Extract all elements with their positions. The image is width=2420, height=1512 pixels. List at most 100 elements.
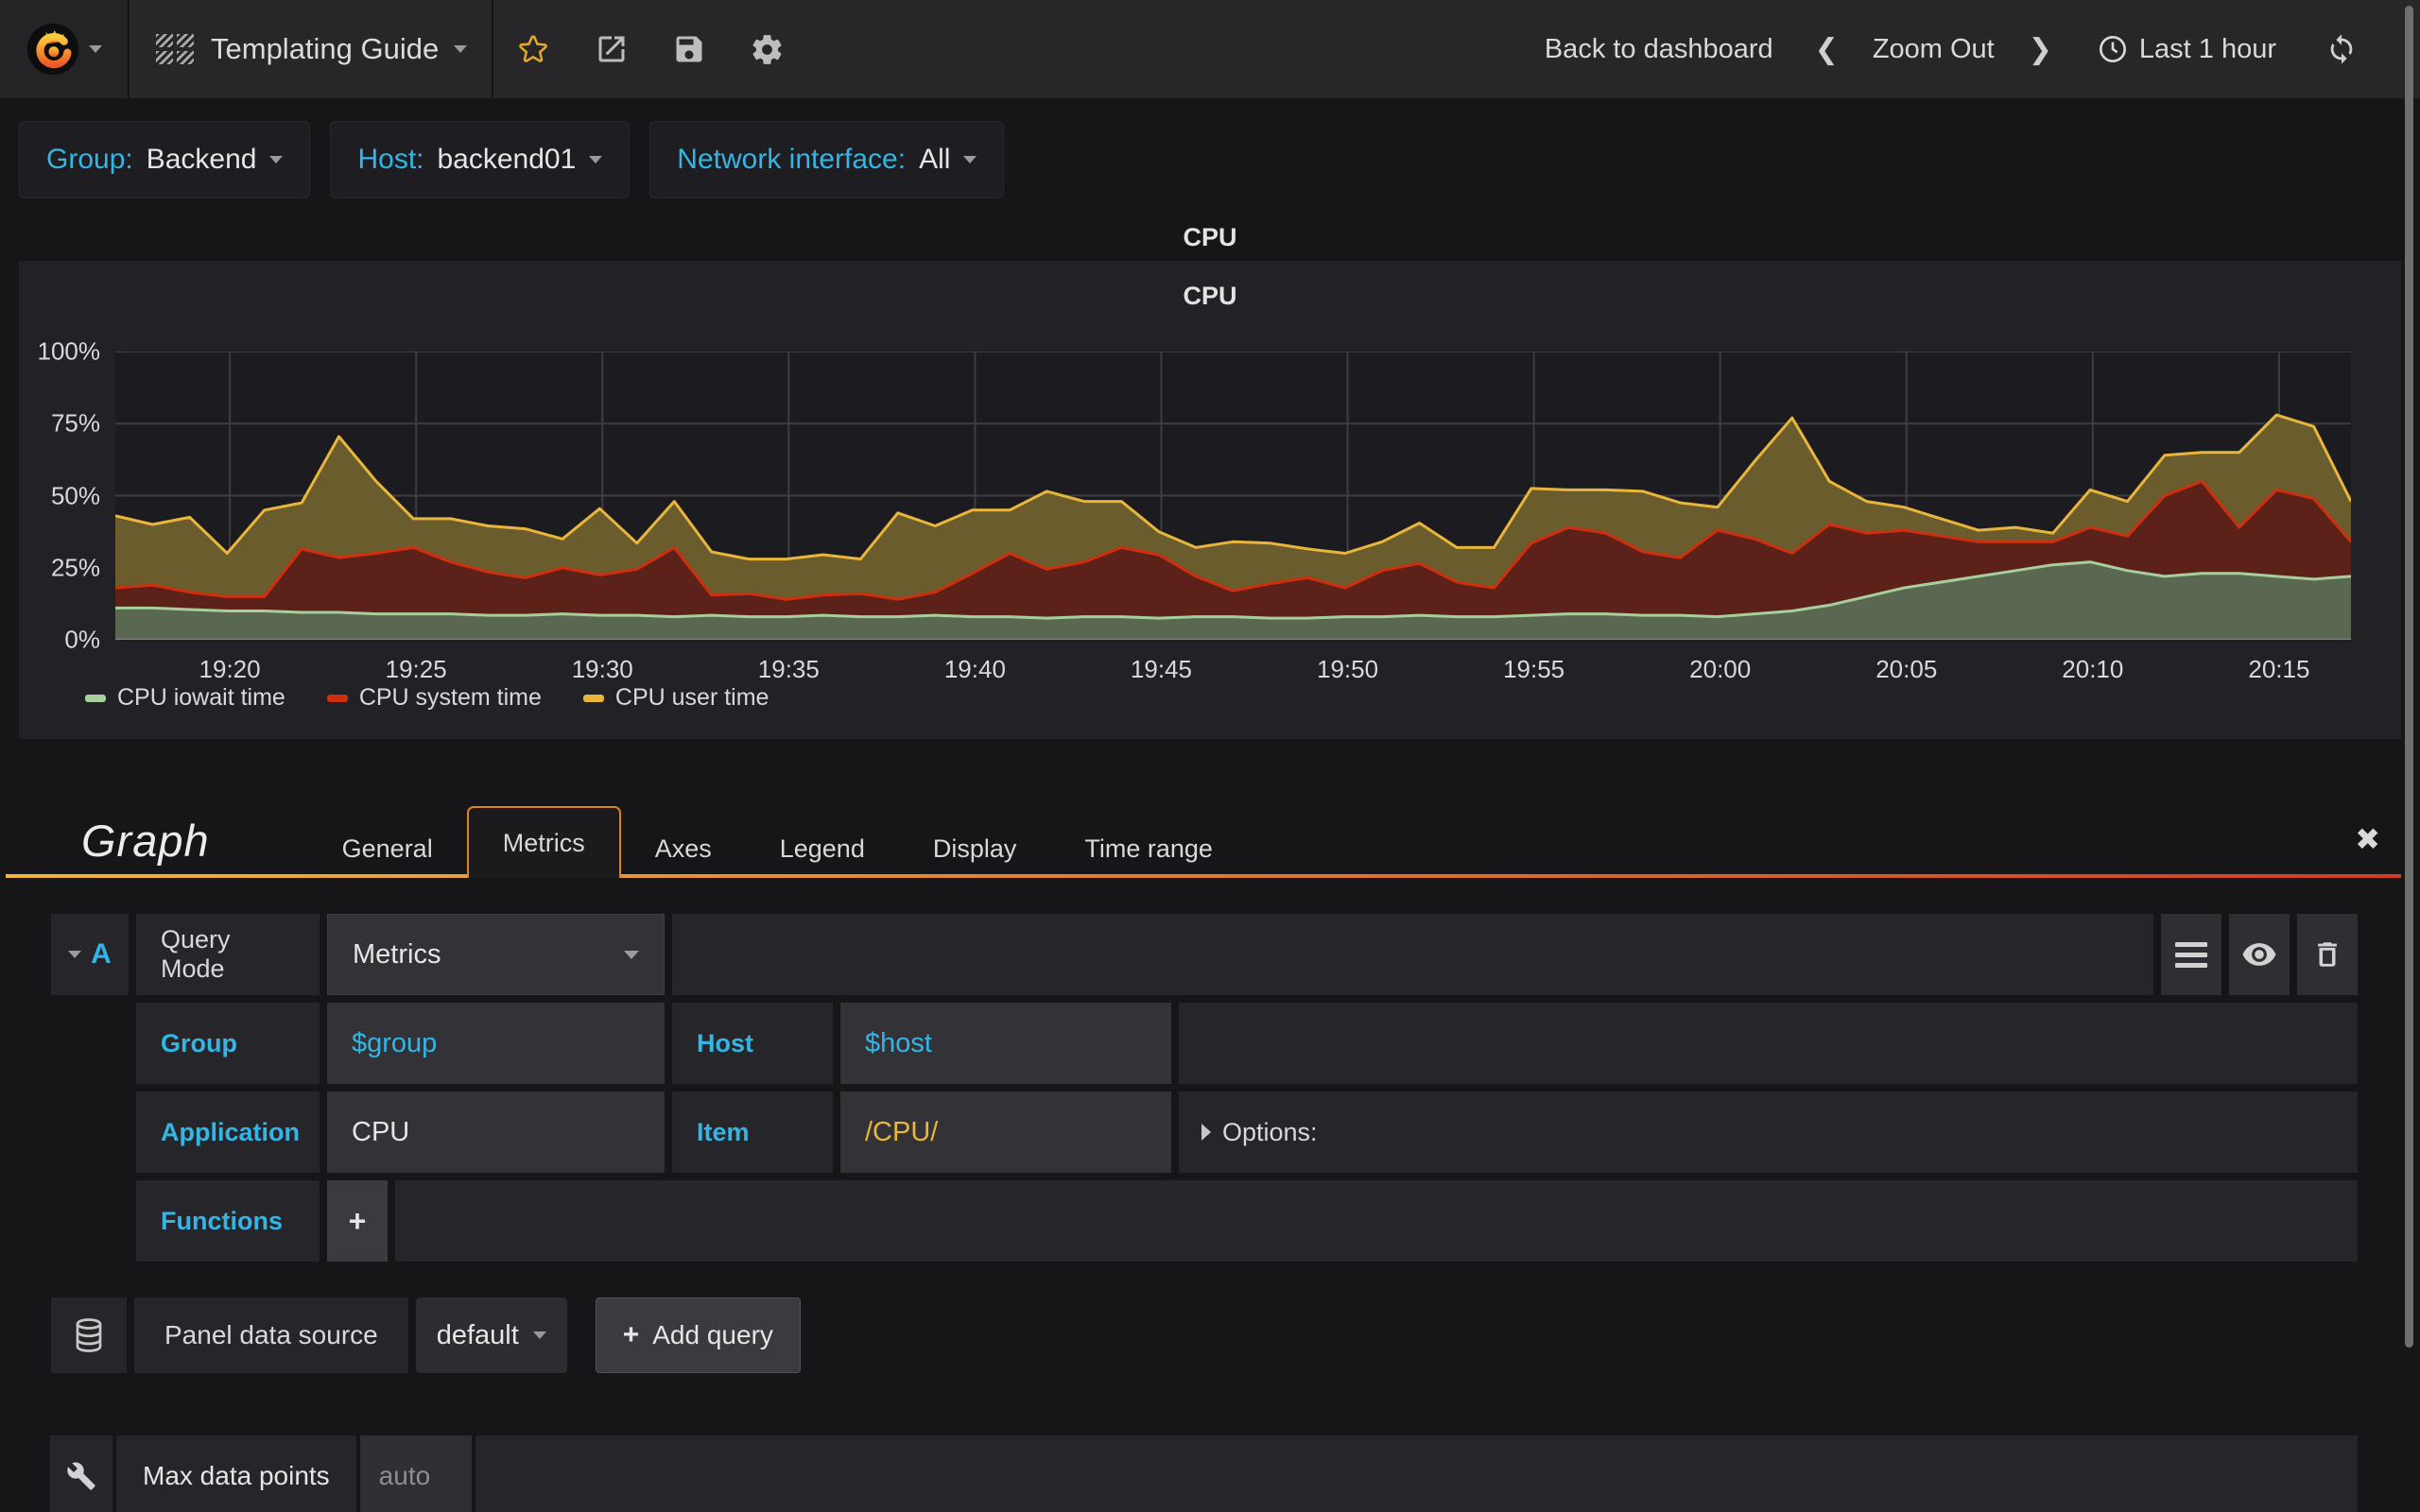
add-function-button[interactable]: +: [327, 1180, 388, 1262]
options-label: Options:: [1222, 1117, 1318, 1146]
chevron-down-icon: [963, 156, 977, 163]
legend-item[interactable]: CPU user time: [582, 684, 769, 712]
datasource-row: Panel data source default + Add query: [0, 1297, 2420, 1373]
dashboard-title: Templating Guide: [211, 32, 440, 65]
query-mode-select[interactable]: Metrics: [327, 914, 665, 995]
shift-time-back-button[interactable]: ❮: [1815, 33, 1839, 66]
scrollbar-thumb[interactable]: [2405, 6, 2413, 1348]
share-icon: [598, 36, 625, 62]
variable-label: Host:: [357, 144, 424, 175]
max-data-points-input[interactable]: [359, 1435, 472, 1512]
query-mode-label: Query Mode: [136, 914, 320, 995]
datasource-label: Panel data source: [134, 1297, 408, 1373]
legend-item[interactable]: CPU system time: [326, 684, 542, 712]
close-editor-button[interactable]: ✖: [2355, 821, 2380, 857]
dashboard-grid-icon: [156, 34, 194, 64]
editor-title: Graph: [81, 816, 210, 866]
zoom-out-button[interactable]: Zoom Out: [1873, 34, 1995, 65]
share-button[interactable]: [595, 32, 629, 66]
datasource-value: default: [436, 1319, 519, 1350]
query-toggle-visibility-button[interactable]: [2229, 914, 2290, 995]
legend-item[interactable]: CPU iowait time: [85, 684, 285, 712]
max-data-points-row: Max data points: [0, 1435, 2420, 1512]
row-filler: [475, 1435, 2358, 1512]
query-row-functions: Functions +: [0, 1180, 2420, 1262]
tab-time-range[interactable]: Time range: [1050, 819, 1247, 878]
chevron-down-icon: [532, 1332, 546, 1339]
clock-icon: [2099, 36, 2126, 62]
query-menu-button[interactable]: [2161, 914, 2221, 995]
chevron-down-icon: [89, 45, 102, 53]
group-label: Group: [136, 1003, 320, 1084]
wrench-icon: [67, 1462, 95, 1490]
time-range-picker[interactable]: Last 1 hour: [2098, 34, 2276, 65]
navbar: Templating Guide Back to dashboard ❮ Zoo…: [0, 0, 2420, 98]
query-delete-button[interactable]: [2297, 914, 2358, 995]
wrench-icon-cell: [50, 1435, 112, 1512]
x-axis-tick-label: 20:10: [2062, 655, 2124, 683]
template-variables-row: Group: Backend Host: backend01 Network i…: [19, 121, 2401, 198]
application-label: Application: [136, 1091, 320, 1173]
panel-editor-header: Graph General Metrics Axes Legend Displa…: [0, 798, 2420, 878]
y-axis-tick-label: 100%: [37, 336, 101, 366]
group-input[interactable]: $group: [327, 1003, 665, 1084]
datasource-select[interactable]: default: [415, 1297, 567, 1373]
tab-display[interactable]: Display: [899, 819, 1051, 878]
query-editor: A Query Mode Metrics Group $group Host $…: [0, 914, 2420, 1512]
host-input[interactable]: $host: [840, 1003, 1171, 1084]
legend-label: CPU iowait time: [117, 684, 285, 711]
back-to-dashboard-link[interactable]: Back to dashboard: [1545, 34, 1773, 65]
legend-label: CPU user time: [614, 684, 769, 711]
variable-label: Network interface:: [677, 144, 907, 175]
legend-label: CPU system time: [358, 684, 542, 711]
x-axis-tick-label: 19:20: [199, 655, 261, 683]
eye-icon: [2242, 943, 2276, 966]
save-icon: [676, 36, 702, 62]
options-toggle[interactable]: Options:: [1179, 1091, 2358, 1173]
shift-time-forward-button[interactable]: ❯: [2029, 33, 2052, 66]
tab-legend[interactable]: Legend: [746, 819, 899, 878]
functions-label: Functions: [136, 1180, 320, 1262]
query-row-group-host: Group $group Host $host: [0, 1003, 2420, 1084]
row-filler: [1179, 1003, 2358, 1084]
y-axis-tick-label: 25%: [50, 553, 100, 582]
add-query-label: Add query: [652, 1320, 773, 1349]
chevron-right-icon: [1201, 1124, 1211, 1141]
x-axis-tick-label: 19:55: [1503, 655, 1565, 683]
variable-dropdown-group[interactable]: Group: Backend: [19, 121, 311, 198]
variable-value: backend01: [437, 144, 577, 175]
legend-swatch: [582, 694, 604, 702]
query-collapse-toggle[interactable]: A: [51, 914, 129, 995]
star-button[interactable]: [515, 31, 551, 67]
refresh-icon[interactable]: [2325, 33, 2358, 65]
variable-dropdown-network-interface[interactable]: Network interface: All: [649, 121, 1005, 198]
x-axis-tick-label: 20:00: [1689, 655, 1752, 683]
chevron-down-icon: [454, 45, 468, 53]
variable-label: Group:: [46, 144, 133, 175]
variable-dropdown-host[interactable]: Host: backend01: [330, 121, 631, 198]
x-axis-tick-label: 19:25: [385, 655, 447, 683]
dashboard-title-dropdown[interactable]: Templating Guide: [211, 32, 468, 66]
tab-axes[interactable]: Axes: [621, 819, 746, 878]
y-axis-tick-label: 0%: [64, 625, 100, 654]
query-ref-letter: A: [91, 938, 112, 970]
tab-metrics[interactable]: Metrics: [466, 806, 621, 878]
datasource-icon-cell: [51, 1297, 127, 1373]
tab-general[interactable]: General: [308, 819, 467, 878]
variable-value: Backend: [146, 144, 257, 175]
database-icon: [76, 1318, 102, 1352]
settings-button[interactable]: [750, 32, 785, 67]
grafana-logo-menu[interactable]: [0, 0, 130, 98]
item-label: Item: [672, 1091, 833, 1173]
application-input[interactable]: CPU: [327, 1091, 665, 1173]
add-query-button[interactable]: + Add query: [595, 1297, 801, 1373]
save-button[interactable]: [672, 32, 706, 66]
y-axis-tick-label: 50%: [50, 481, 100, 509]
chevron-down-icon: [624, 950, 639, 959]
chevron-down-icon: [68, 951, 82, 958]
panel-title[interactable]: CPU: [0, 223, 2420, 261]
x-axis-tick-label: 20:05: [1876, 655, 1938, 683]
item-input[interactable]: /CPU/: [840, 1091, 1171, 1173]
x-axis-tick-label: 19:40: [943, 655, 1006, 683]
x-axis-tick-label: 19:45: [1130, 655, 1192, 683]
